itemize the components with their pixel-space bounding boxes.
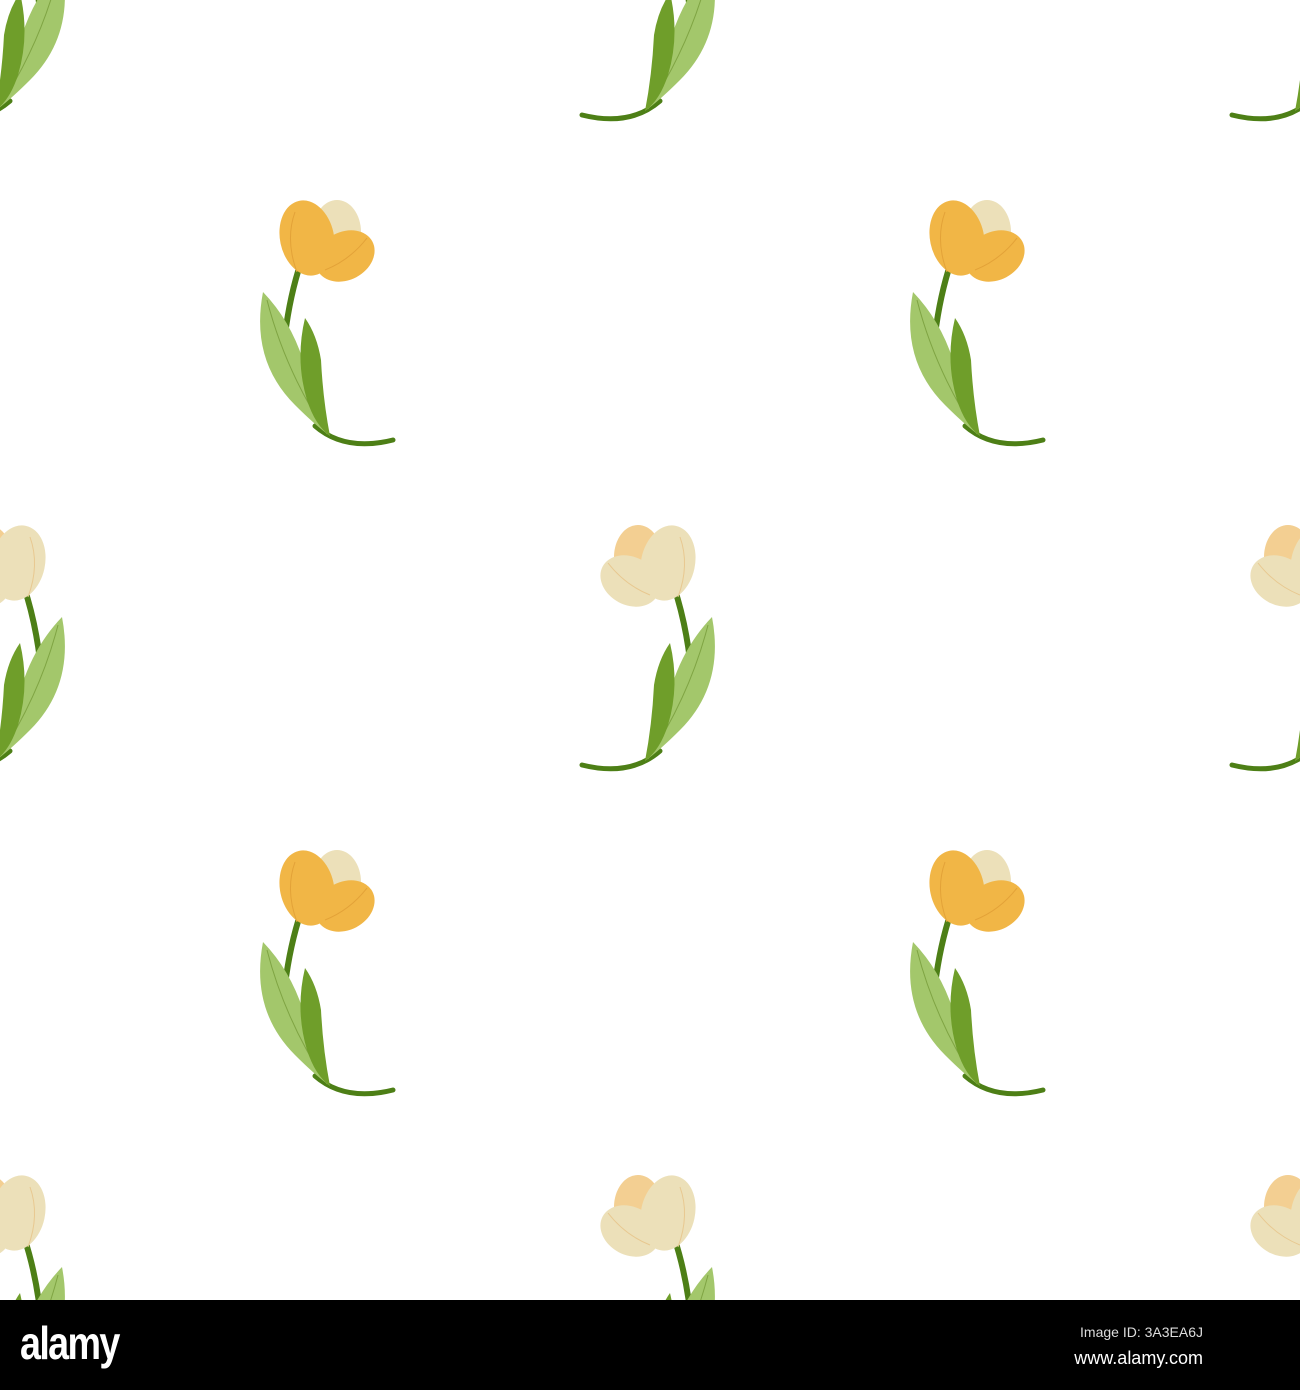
cream-tulip <box>582 0 715 119</box>
cream-tulip <box>582 1170 715 1300</box>
watermark-bar: alamy Image ID: 3A3EA6J www.alamy.com <box>0 1300 1300 1390</box>
orange-tulip <box>260 845 393 1094</box>
cream-tulip <box>0 1170 65 1300</box>
cream-tulip <box>1232 520 1300 769</box>
image-id: Image ID: 3A3EA6J <box>1080 1324 1203 1340</box>
alamy-logo: alamy <box>20 1317 120 1369</box>
orange-tulip <box>910 845 1043 1094</box>
cream-tulip <box>582 520 715 769</box>
cream-tulip <box>1232 0 1300 119</box>
cream-tulip <box>1232 1170 1300 1300</box>
cream-tulip <box>0 0 65 119</box>
site-url: www.alamy.com <box>1074 1348 1203 1368</box>
orange-tulip <box>260 195 393 444</box>
cream-tulip <box>0 520 65 769</box>
orange-tulip <box>910 195 1043 444</box>
tulip-pattern <box>0 0 1300 1300</box>
